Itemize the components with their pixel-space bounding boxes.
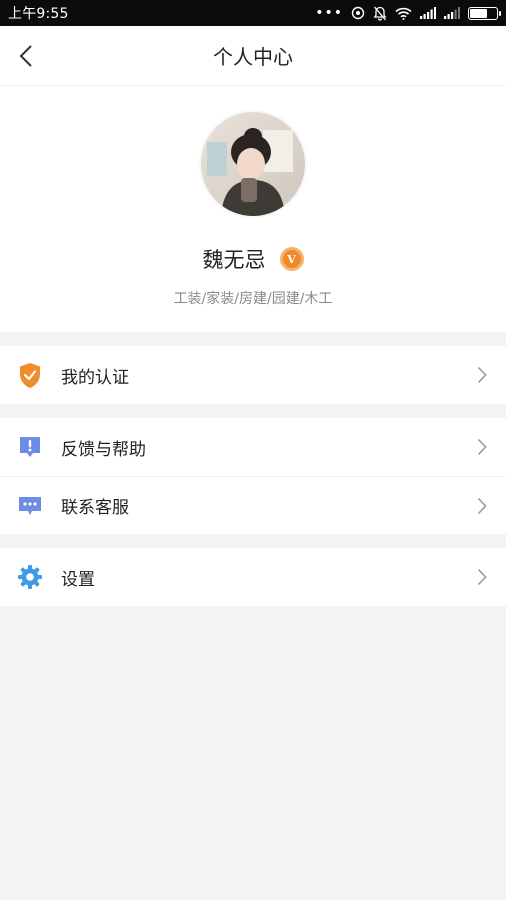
user-tags: 工装/家装/房建/园建/木工 [173, 291, 333, 307]
signal-2-icon [444, 7, 460, 19]
user-name: 魏无忌 [202, 248, 266, 272]
silent-bell-icon [373, 6, 387, 21]
menu-label-feedback: 反馈与帮助 [61, 439, 146, 460]
menu-item-certification[interactable]: 我的认证 [0, 346, 506, 404]
menu-item-contact[interactable]: 联系客服 [0, 476, 506, 534]
battery-icon [468, 6, 501, 20]
shield-check-icon [16, 361, 44, 389]
menu-group-certification: 我的认证 [0, 346, 506, 404]
menu-item-settings[interactable]: 设置 [0, 548, 506, 606]
chevron-right-icon [474, 365, 490, 385]
verified-badge-label: V [282, 250, 301, 268]
menu-group-help: 反馈与帮助 联系客服 [0, 418, 506, 534]
verified-badge-icon: V [279, 247, 304, 271]
status-icons: ••• [315, 5, 501, 21]
menu-label-settings: 设置 [61, 569, 95, 590]
profile-section: 魏无忌 V 工装/家装/房建/园建/木工 [0, 86, 506, 332]
signal-1-icon [420, 7, 436, 19]
back-button[interactable] [6, 36, 46, 76]
feedback-icon [16, 433, 44, 461]
menu-item-feedback[interactable]: 反馈与帮助 [0, 418, 506, 476]
status-bar: 上午9:55 ••• [0, 0, 506, 26]
page-title: 个人中心 [213, 45, 293, 69]
menu-label-certification: 我的认证 [61, 367, 129, 388]
avatar[interactable] [201, 112, 305, 216]
wifi-icon [395, 7, 412, 20]
more-notifications-icon: ••• [315, 5, 343, 21]
chevron-right-icon [474, 437, 490, 457]
chevron-left-icon [19, 45, 32, 67]
menu-label-contact: 联系客服 [61, 498, 129, 518]
name-row: 魏无忌 V [203, 244, 304, 274]
chat-bubble-icon [16, 492, 44, 520]
nav-header: 个人中心 [0, 26, 506, 86]
status-time: 上午9:55 [8, 6, 69, 22]
chevron-right-icon [474, 567, 490, 587]
chevron-right-icon [474, 496, 490, 516]
gear-icon [16, 563, 44, 591]
menu-group-settings: 设置 [0, 548, 506, 606]
hotspot-icon [351, 6, 365, 20]
